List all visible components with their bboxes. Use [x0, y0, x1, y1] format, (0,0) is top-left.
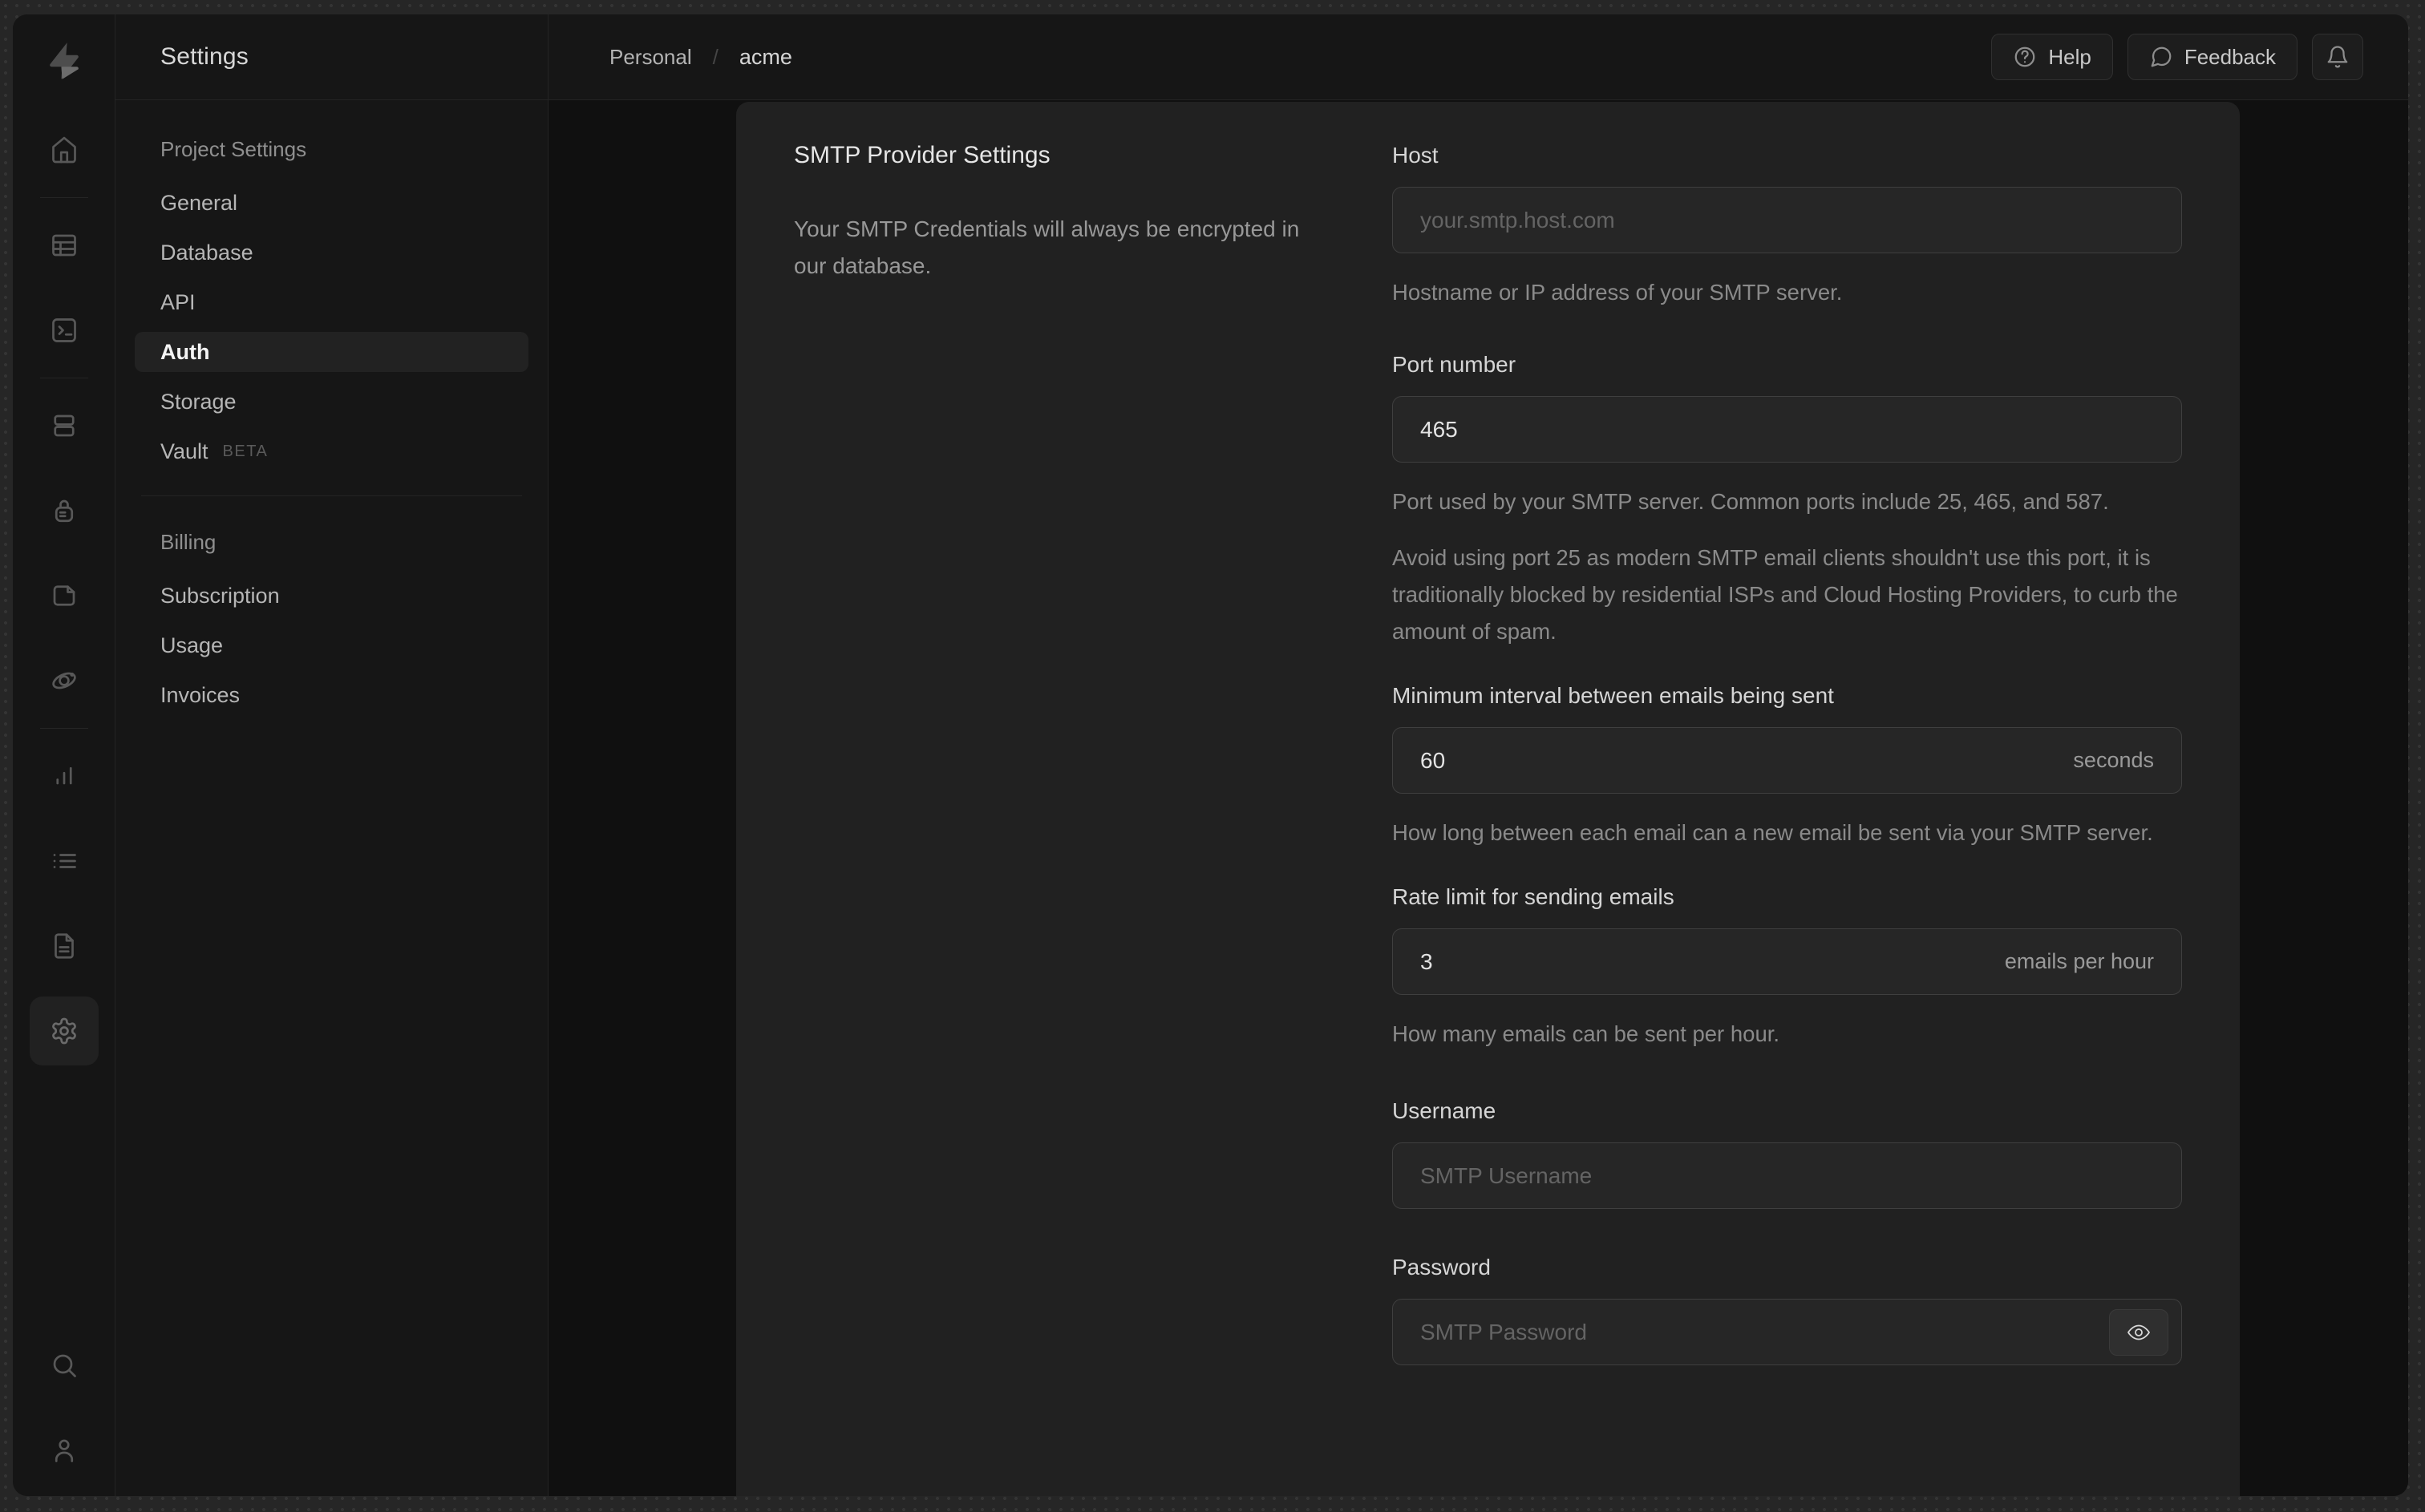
notifications-button[interactable]: [2312, 34, 2363, 80]
username-field-group: Username: [1392, 1098, 2182, 1209]
sidebar-item-database[interactable]: [13, 383, 115, 468]
breadcrumb-project[interactable]: acme: [739, 45, 792, 70]
host-input-shell: [1392, 187, 2182, 253]
password-input-shell: [1392, 1299, 2182, 1365]
lightning-bolt-icon: [49, 42, 79, 79]
beta-badge: BETA: [222, 442, 269, 460]
help-circle-icon: [2014, 46, 2035, 67]
breadcrumb: Personal / acme: [609, 45, 792, 70]
host-field-group: Host Hostname or IP address of your SMTP…: [1392, 142, 2182, 311]
app-window: Settings Project Settings General Databa…: [13, 14, 2408, 1496]
lock-icon: [55, 499, 73, 523]
nav-item-auth[interactable]: Auth: [135, 332, 528, 372]
panel-title: SMTP Provider Settings: [794, 142, 1051, 168]
sidebar-item-reports[interactable]: [13, 734, 115, 819]
rate-limit-input-shell: emails per hour: [1392, 928, 2182, 995]
storage-icon: [53, 585, 75, 606]
panel-description: Your SMTP Credentials will always be enc…: [794, 216, 1300, 278]
username-label: Username: [1392, 1098, 1496, 1123]
port-input-shell: [1392, 396, 2182, 463]
bell-icon: [2327, 46, 2348, 68]
nav-item-database[interactable]: Database: [135, 232, 528, 273]
interval-label: Minimum interval between emails being se…: [1392, 683, 1834, 708]
password-field-group: Password: [1392, 1254, 2182, 1365]
sidebar-item-storage[interactable]: [13, 553, 115, 638]
nav-section-divider: [141, 495, 522, 496]
port-input[interactable]: [1420, 416, 2168, 443]
sidebar-item-authentication[interactable]: [13, 468, 115, 553]
sidebar-item-home[interactable]: [13, 107, 115, 192]
sidebar-item-project-settings[interactable]: [13, 988, 115, 1073]
interval-help: How long between each email can a new em…: [1392, 820, 2153, 845]
rate-limit-help: How many emails can be sent per hour.: [1392, 1021, 1780, 1046]
username-input[interactable]: [1420, 1162, 2168, 1189]
home-icon: [51, 136, 76, 164]
sidebar-item-edge-functions[interactable]: [13, 638, 115, 723]
username-input-shell: [1392, 1142, 2182, 1209]
gear-icon: [51, 1017, 76, 1045]
password-label: Password: [1392, 1255, 1491, 1280]
host-help: Hostname or IP address of your SMTP serv…: [1392, 280, 1843, 305]
port-field-group: Port number Port used by your SMTP serve…: [1392, 351, 2182, 650]
smtp-settings-panel: SMTP Provider Settings Your SMTP Credent…: [736, 102, 2240, 1496]
interval-unit: seconds: [2073, 748, 2154, 772]
icon-rail: [13, 14, 115, 1496]
nav-item-api[interactable]: API: [135, 282, 528, 322]
supabase-logo[interactable]: [13, 14, 115, 107]
rate-limit-label: Rate limit for sending emails: [1392, 884, 1674, 909]
port-label: Port number: [1392, 352, 1516, 377]
user-icon: [55, 1439, 73, 1462]
nav-section-billing: Billing: [160, 530, 217, 554]
rail-divider: [39, 197, 88, 198]
sidebar-item-logs[interactable]: [13, 819, 115, 904]
nav-item-usage[interactable]: Usage: [135, 625, 528, 665]
port-help-secondary: Avoid using port 25 as modern SMTP email…: [1392, 545, 2178, 644]
nav-item-invoices[interactable]: Invoices: [135, 675, 528, 715]
sidebar-item-search[interactable]: [13, 1323, 115, 1408]
nav-section-project-settings: Project Settings: [160, 137, 307, 161]
search-icon: [53, 1354, 76, 1377]
interval-input[interactable]: [1420, 747, 2058, 774]
host-label: Host: [1392, 143, 1439, 168]
interval-field-group: Minimum interval between emails being se…: [1392, 682, 2182, 851]
rate-limit-field-group: Rate limit for sending emails emails per…: [1392, 883, 2182, 1053]
sidebar-item-sql-editor[interactable]: [13, 288, 115, 373]
interval-input-shell: seconds: [1392, 727, 2182, 794]
content-area: SMTP Provider Settings Your SMTP Credent…: [549, 100, 2408, 1496]
port-help: Port used by your SMTP server. Common po…: [1392, 489, 2109, 514]
nav-item-general[interactable]: General: [135, 183, 528, 223]
nav-item-vault[interactable]: Vault BETA: [135, 431, 528, 471]
table-icon: [51, 234, 76, 257]
rate-limit-unit: emails per hour: [2004, 949, 2154, 973]
password-input[interactable]: [1420, 1319, 2109, 1345]
page-title: Settings: [160, 43, 249, 70]
breadcrumb-org[interactable]: Personal: [609, 45, 692, 70]
eye-icon: [2127, 1324, 2150, 1340]
rate-limit-input[interactable]: [1420, 948, 1989, 975]
list-icon: [53, 854, 76, 868]
sidebar-item-docs[interactable]: [13, 904, 115, 988]
sidebar-item-table-editor[interactable]: [13, 203, 115, 288]
orbit-icon: [51, 672, 76, 689]
database-icon: [53, 414, 75, 437]
breadcrumb-separator: /: [712, 44, 719, 69]
terminal-icon: [51, 318, 76, 342]
smtp-form: Host Hostname or IP address of your SMTP…: [1392, 142, 2182, 1456]
settings-nav: Settings Project Settings General Databa…: [115, 14, 549, 1496]
top-header: Personal / acme Help Feedback: [549, 14, 2408, 100]
rail-divider: [39, 728, 88, 729]
toggle-password-visibility-button[interactable]: [2109, 1308, 2168, 1356]
file-text-icon: [54, 933, 74, 959]
nav-item-subscription[interactable]: Subscription: [135, 576, 528, 616]
bar-chart-icon: [55, 766, 72, 785]
speech-bubble-icon: [2151, 46, 2172, 67]
host-input[interactable]: [1420, 207, 2168, 233]
nav-item-storage[interactable]: Storage: [135, 382, 528, 422]
help-button[interactable]: Help: [1991, 34, 2113, 80]
feedback-button[interactable]: Feedback: [2127, 34, 2297, 80]
settings-nav-header: Settings: [115, 14, 548, 100]
sidebar-item-account[interactable]: [13, 1408, 115, 1493]
